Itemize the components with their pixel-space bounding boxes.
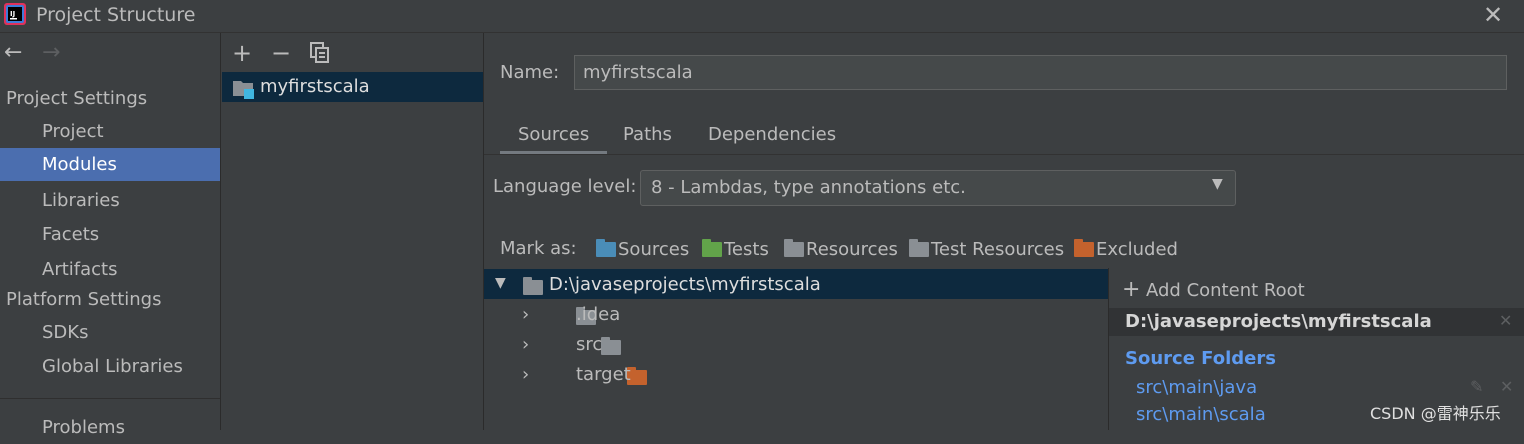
content-root-path: D:\javaseprojects\myfirstscala	[1125, 311, 1432, 332]
mark-test-resources-label: Test Resources	[931, 238, 1065, 260]
tree-root-label: D:\javaseprojects\myfirstscala	[549, 274, 821, 295]
chevron-right-icon[interactable]: ›	[522, 364, 529, 385]
chevron-down-icon[interactable]: ▼	[495, 275, 506, 291]
mark-tests-label: Tests	[724, 238, 769, 260]
resources-folder-icon	[784, 238, 804, 257]
sidebar-item-problems[interactable]: Problems	[0, 411, 220, 444]
remove-root-icon[interactable]: ✕	[1499, 311, 1512, 330]
mark-sources-button[interactable]: Sources	[596, 236, 689, 262]
chevron-right-icon[interactable]: ›	[522, 304, 529, 325]
platform-settings-header: Platform Settings	[6, 289, 162, 310]
module-name-input[interactable]	[574, 55, 1507, 90]
sidebar-item-facets[interactable]: Facets	[0, 218, 220, 251]
back-arrow-icon[interactable]: ←	[4, 40, 22, 66]
project-settings-header: Project Settings	[6, 88, 148, 109]
mark-as-label: Mark as:	[500, 238, 577, 259]
sidebar-item-libraries[interactable]: Libraries	[0, 184, 220, 217]
remove-icon[interactable]: −	[269, 40, 293, 66]
title-bar	[0, 0, 1524, 33]
copy-icon[interactable]	[310, 42, 330, 64]
plus-icon[interactable]: +	[1122, 277, 1140, 302]
mark-tests-button[interactable]: Tests	[702, 236, 769, 262]
watermark: CSDN @雷神乐乐	[1370, 404, 1501, 423]
sidebar-item-project[interactable]: Project	[0, 115, 220, 148]
chevron-right-icon[interactable]: ›	[522, 334, 529, 355]
sidebar-item-modules[interactable]: Modules	[0, 148, 220, 181]
close-icon[interactable]: ✕	[1478, 0, 1508, 30]
language-level-label: Language level:	[493, 176, 637, 197]
test-resources-folder-icon	[909, 238, 929, 257]
mark-excluded-button[interactable]: Excluded	[1074, 236, 1178, 262]
name-label: Name:	[500, 62, 560, 83]
tabs-divider	[484, 154, 1524, 155]
tree-item-label[interactable]: target	[576, 364, 631, 385]
folder-icon	[601, 337, 622, 355]
tree-item-label[interactable]: .idea	[576, 304, 620, 325]
module-folder-icon	[233, 81, 254, 99]
mark-test-resources-button[interactable]: Test Resources	[909, 236, 1064, 262]
sidebar-item-artifacts[interactable]: Artifacts	[0, 253, 220, 286]
chevron-down-icon: ▼	[1212, 176, 1223, 192]
svg-text:IJ: IJ	[10, 10, 15, 18]
tab-paths[interactable]: Paths	[605, 124, 690, 154]
language-level-value: 8 - Lambdas, type annotations etc.	[651, 177, 966, 198]
excluded-folder-icon	[1074, 238, 1094, 257]
mark-sources-label: Sources	[618, 238, 690, 260]
sidebar-item-global-libraries[interactable]: Global Libraries	[0, 350, 220, 383]
source-folder-link[interactable]: src\main\scala	[1136, 404, 1266, 425]
tests-folder-icon	[702, 238, 722, 257]
module-name: myfirstscala	[260, 76, 370, 97]
mark-excluded-label: Excluded	[1096, 238, 1178, 260]
add-icon[interactable]: +	[230, 40, 254, 66]
mark-resources-label: Resources	[806, 238, 898, 260]
tree-item-label[interactable]: src	[576, 334, 602, 355]
intellij-idea-icon: IJ	[4, 3, 26, 25]
edit-icon[interactable]: ✎	[1470, 377, 1483, 396]
add-content-root-button[interactable]: Add Content Root	[1146, 280, 1305, 301]
sidebar-item-sdks[interactable]: SDKs	[0, 316, 220, 349]
sidebar-divider	[0, 398, 220, 399]
source-folder-link[interactable]: src\main\java	[1136, 377, 1257, 398]
window-title: Project Structure	[36, 4, 196, 26]
sources-folder-icon	[596, 238, 616, 257]
tab-dependencies[interactable]: Dependencies	[690, 124, 854, 154]
source-folders-header: Source Folders	[1125, 348, 1276, 369]
tab-sources[interactable]: Sources	[500, 124, 608, 154]
folder-icon	[523, 277, 543, 295]
close-icon[interactable]: ✕	[1500, 377, 1513, 396]
forward-arrow-icon: →	[42, 40, 61, 65]
mark-resources-button[interactable]: Resources	[784, 236, 898, 262]
